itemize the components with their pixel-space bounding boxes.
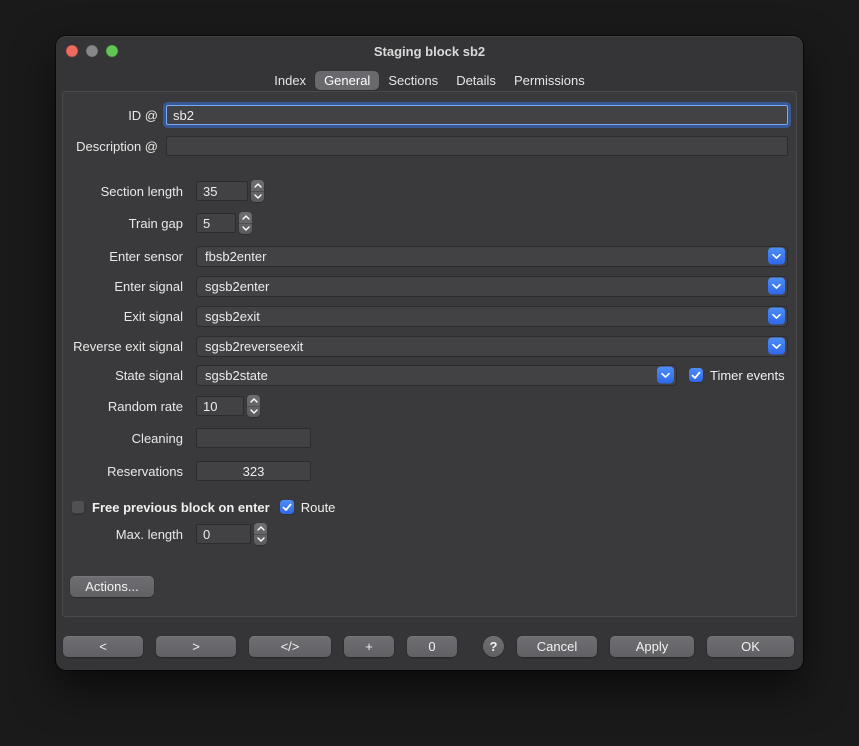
- state-signal-row: State signal sgsb2state Timer events: [63, 364, 788, 386]
- actions-button[interactable]: Actions...: [70, 576, 154, 597]
- chevron-down-icon: [772, 283, 781, 289]
- max-length-input[interactable]: [196, 524, 251, 544]
- xml-button[interactable]: </>: [249, 636, 331, 657]
- add-button[interactable]: +: [344, 636, 394, 657]
- reverse-exit-signal-label: Reverse exit signal: [63, 339, 183, 354]
- exit-signal-row: Exit signal sgsb2exit: [63, 305, 788, 327]
- train-gap-label: Train gap: [63, 216, 183, 231]
- apply-button[interactable]: Apply: [610, 636, 694, 657]
- footer-toolbar: < > </> + 0 ? Cancel Apply OK: [63, 636, 791, 657]
- random-rate-stepper[interactable]: [247, 395, 260, 417]
- state-signal-dropdown-button[interactable]: [657, 367, 674, 384]
- general-tab-panel: ID @ Description @ Section length Train …: [62, 91, 797, 617]
- cancel-button[interactable]: Cancel: [517, 636, 597, 657]
- cleaning-input[interactable]: [196, 428, 311, 448]
- prev-button[interactable]: <: [63, 636, 143, 657]
- dialog-window: Staging block sb2 Index General Sections…: [56, 36, 803, 670]
- enter-sensor-row: Enter sensor fbsb2enter: [63, 245, 788, 267]
- section-length-label: Section length: [63, 184, 183, 199]
- tab-permissions[interactable]: Permissions: [505, 71, 594, 90]
- section-length-stepper[interactable]: [251, 180, 264, 202]
- free-previous-block-checkbox[interactable]: [71, 500, 85, 514]
- exit-signal-value: sgsb2exit: [205, 309, 260, 324]
- enter-sensor-value: fbsb2enter: [205, 249, 266, 264]
- tab-details[interactable]: Details: [447, 71, 505, 90]
- tab-index[interactable]: Index: [265, 71, 315, 90]
- chevron-up-icon: [254, 523, 267, 534]
- free-previous-block-label: Free previous block on enter: [92, 500, 270, 515]
- tab-bar: Index General Sections Details Permissio…: [56, 70, 803, 91]
- section-length-row: Section length: [63, 180, 788, 202]
- check-icon: [691, 371, 701, 380]
- tab-general[interactable]: General: [315, 71, 379, 90]
- check-icon: [282, 503, 292, 512]
- chevron-down-icon: [251, 191, 264, 203]
- state-signal-combo[interactable]: sgsb2state: [196, 365, 677, 386]
- reservations-row: Reservations: [63, 460, 788, 482]
- chevron-down-icon: [239, 223, 252, 235]
- chevron-up-icon: [251, 180, 264, 191]
- chevron-down-icon: [772, 313, 781, 319]
- enter-signal-combo[interactable]: sgsb2enter: [196, 276, 788, 297]
- checkbox-row: Free previous block on enter Route: [63, 496, 788, 518]
- state-signal-label: State signal: [63, 368, 183, 383]
- enter-signal-dropdown-button[interactable]: [768, 278, 785, 295]
- id-row: ID @: [63, 104, 788, 126]
- state-signal-value: sgsb2state: [205, 368, 268, 383]
- chevron-down-icon: [772, 343, 781, 349]
- cleaning-row: Cleaning: [63, 427, 788, 449]
- chevron-down-icon: [247, 406, 260, 418]
- reservations-label: Reservations: [63, 464, 183, 479]
- max-length-row: Max. length: [63, 523, 788, 545]
- enter-sensor-label: Enter sensor: [63, 249, 183, 264]
- enter-signal-label: Enter signal: [63, 279, 183, 294]
- next-button[interactable]: >: [156, 636, 236, 657]
- help-button[interactable]: ?: [483, 636, 504, 657]
- route-checkbox[interactable]: [280, 500, 294, 514]
- reverse-exit-signal-value: sgsb2reverseexit: [205, 339, 303, 354]
- id-input[interactable]: [166, 105, 788, 125]
- train-gap-stepper[interactable]: [239, 212, 252, 234]
- chevron-up-icon: [239, 212, 252, 223]
- route-label: Route: [301, 500, 336, 515]
- reverse-exit-signal-row: Reverse exit signal sgsb2reverseexit: [63, 335, 788, 357]
- tab-sections[interactable]: Sections: [379, 71, 447, 90]
- chevron-down-icon: [772, 253, 781, 259]
- timer-events-checkbox[interactable]: [689, 368, 703, 382]
- enter-signal-value: sgsb2enter: [205, 279, 269, 294]
- max-length-label: Max. length: [63, 527, 183, 542]
- section-length-input[interactable]: [196, 181, 248, 201]
- random-rate-input[interactable]: [196, 396, 244, 416]
- enter-signal-row: Enter signal sgsb2enter: [63, 275, 788, 297]
- chevron-up-icon: [247, 395, 260, 406]
- cleaning-label: Cleaning: [63, 431, 183, 446]
- zero-button[interactable]: 0: [407, 636, 457, 657]
- exit-signal-combo[interactable]: sgsb2exit: [196, 306, 788, 327]
- ok-button[interactable]: OK: [707, 636, 794, 657]
- reverse-exit-signal-dropdown-button[interactable]: [768, 338, 785, 355]
- reverse-exit-signal-combo[interactable]: sgsb2reverseexit: [196, 336, 788, 357]
- description-input[interactable]: [166, 136, 788, 156]
- titlebar: Staging block sb2: [56, 36, 803, 66]
- page-title: Staging block sb2: [56, 44, 803, 59]
- random-rate-row: Random rate: [63, 395, 788, 417]
- exit-signal-dropdown-button[interactable]: [768, 308, 785, 325]
- max-length-stepper[interactable]: [254, 523, 267, 545]
- chevron-down-icon: [254, 534, 267, 546]
- train-gap-input[interactable]: [196, 213, 236, 233]
- description-label: Description @: [63, 139, 158, 154]
- timer-events-label: Timer events: [710, 368, 785, 383]
- enter-sensor-combo[interactable]: fbsb2enter: [196, 246, 788, 267]
- enter-sensor-dropdown-button[interactable]: [768, 248, 785, 265]
- random-rate-label: Random rate: [63, 399, 183, 414]
- reservations-input[interactable]: [196, 461, 311, 481]
- exit-signal-label: Exit signal: [63, 309, 183, 324]
- id-label: ID @: [63, 108, 158, 123]
- chevron-down-icon: [661, 372, 670, 378]
- description-row: Description @: [63, 135, 788, 157]
- train-gap-row: Train gap: [63, 212, 788, 234]
